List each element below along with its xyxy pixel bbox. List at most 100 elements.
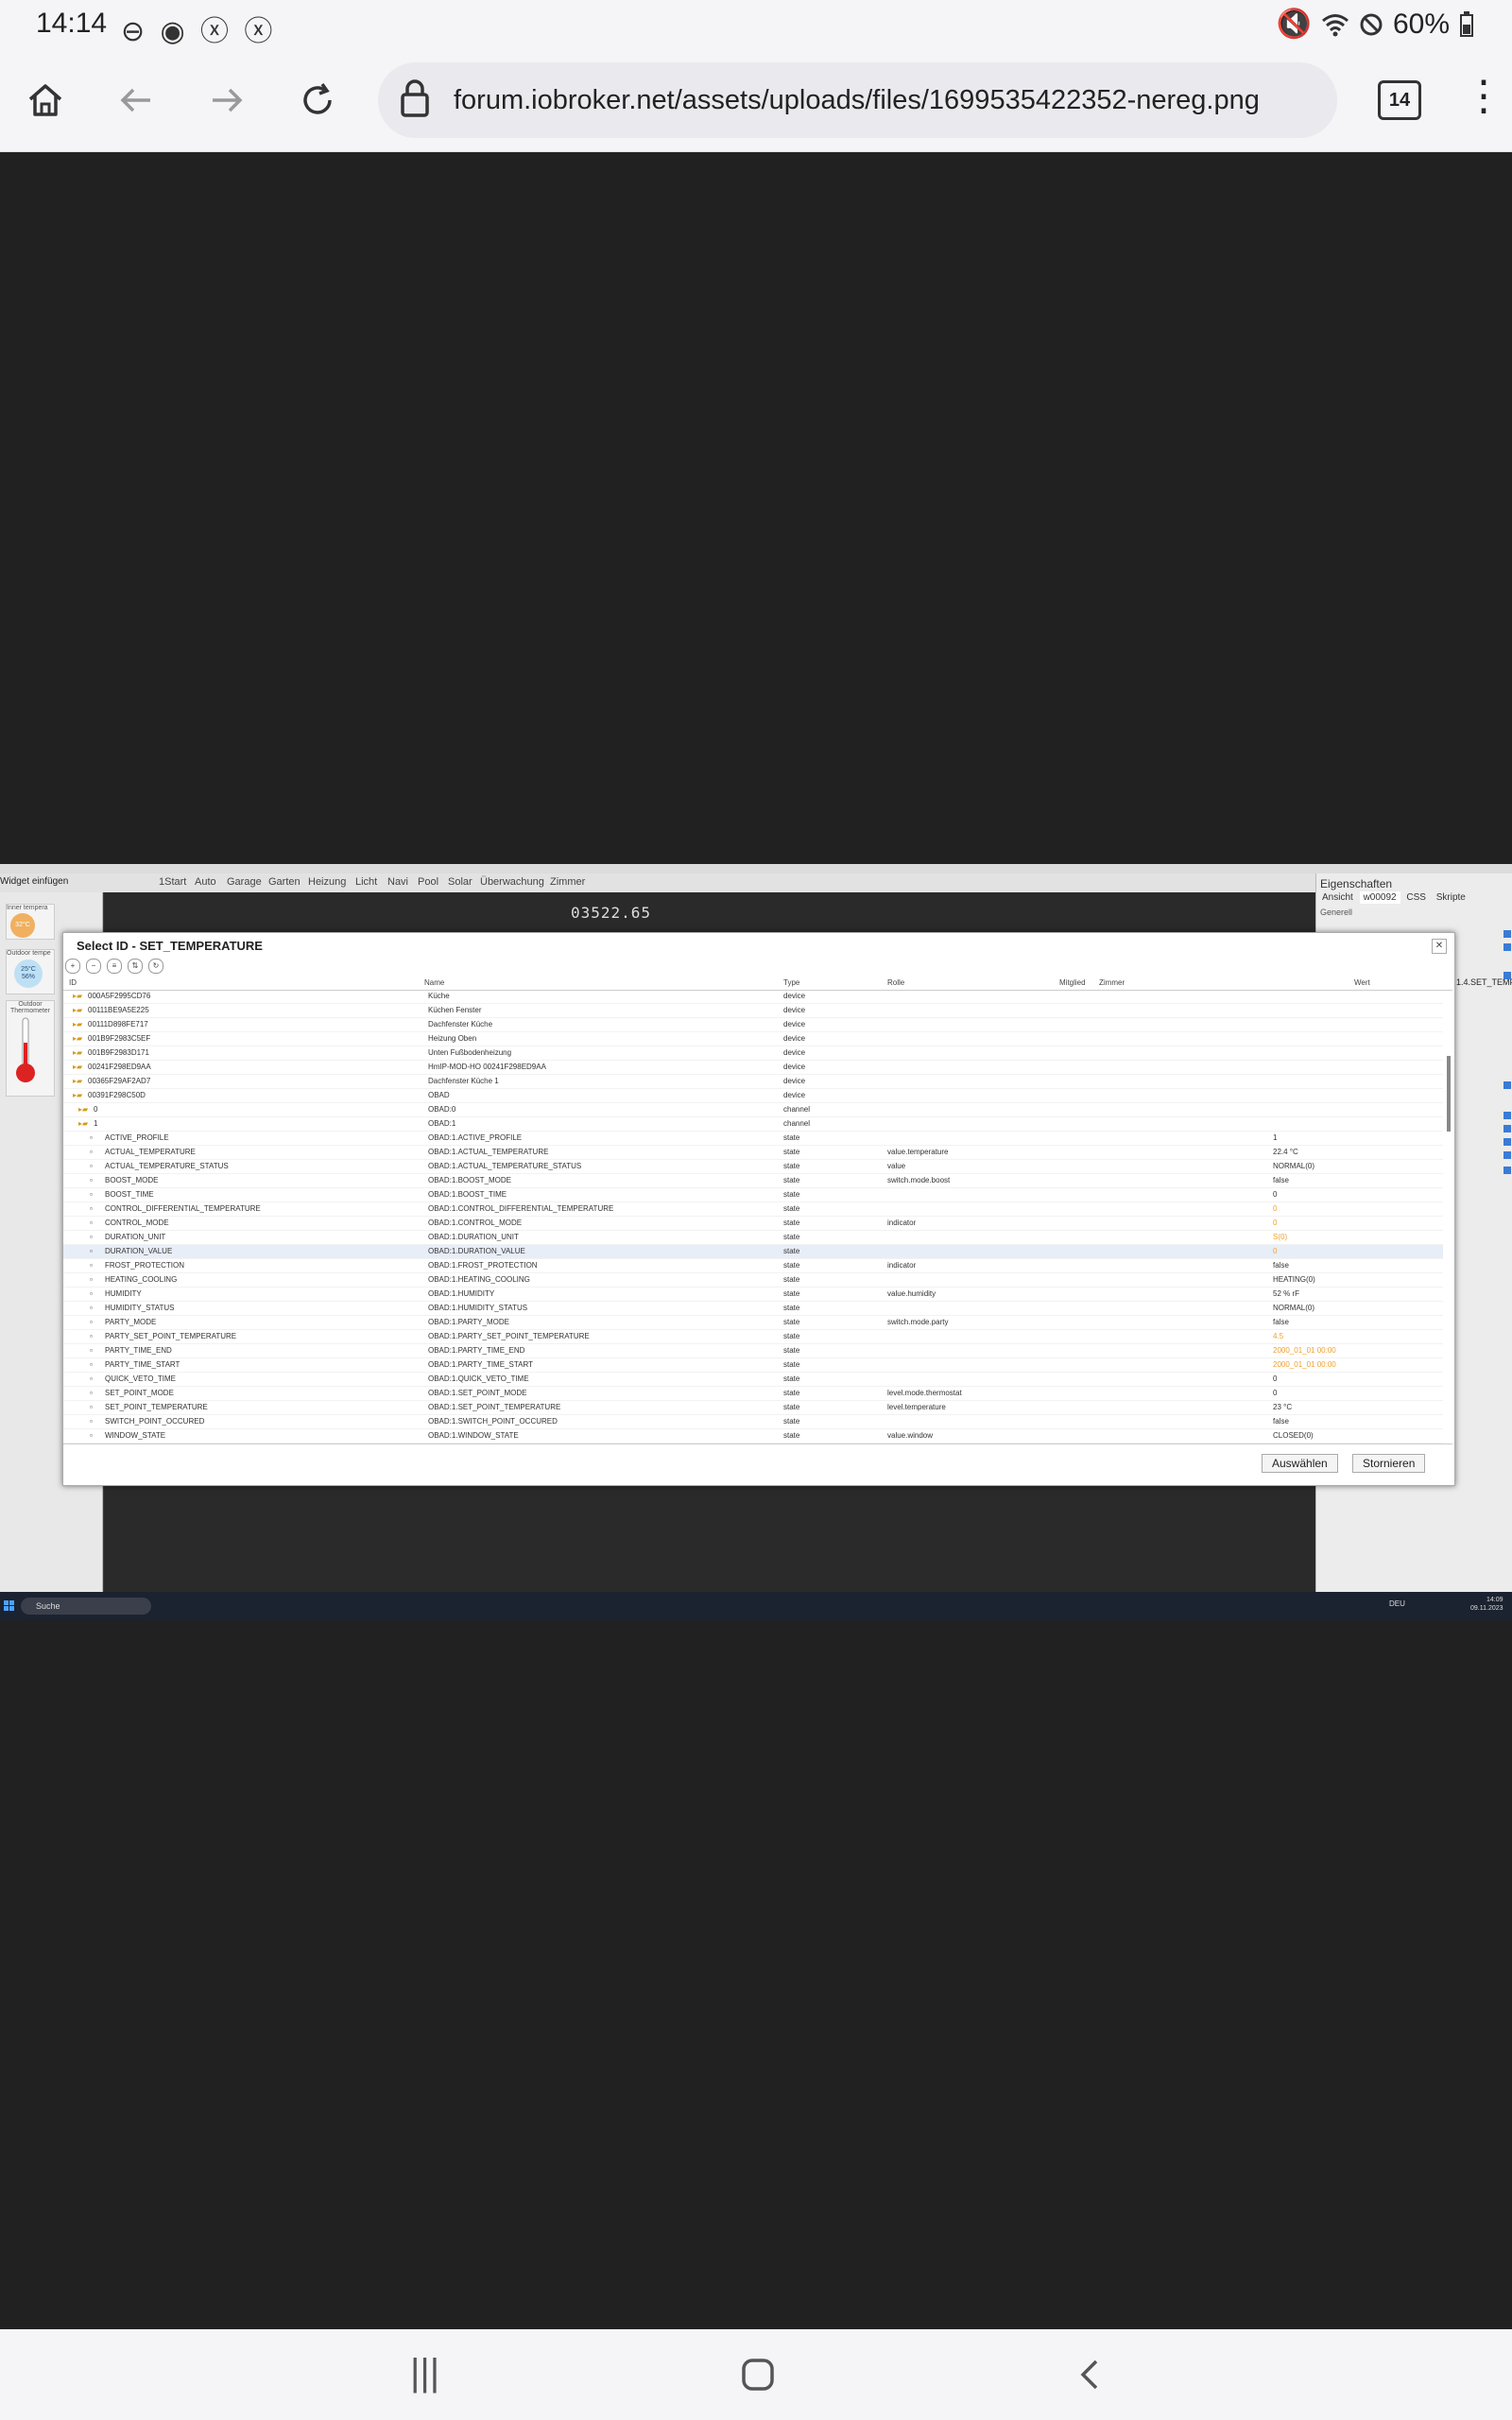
expand-all-icon[interactable]: + xyxy=(65,959,80,974)
table-row[interactable]: ▸▰ 00111D898FE717 Dachfenster Küche device xyxy=(63,1018,1443,1032)
table-row[interactable]: ▫ SET_POINT_TEMPERATURE OBAD:1.SET_POINT_T… xyxy=(63,1401,1443,1415)
tab-switcher-button[interactable]: 14 xyxy=(1378,80,1421,120)
table-row[interactable]: ▫ BOOST_TIME OBAD:1.BOOST_TIME state 0 xyxy=(63,1188,1443,1202)
home-nav-icon[interactable] xyxy=(741,2358,775,2392)
property-checkbox[interactable] xyxy=(1503,943,1511,951)
property-checkbox[interactable] xyxy=(1503,1138,1511,1146)
row-role: indicator xyxy=(887,1261,917,1270)
property-checkbox[interactable] xyxy=(1503,972,1511,979)
list-view-icon[interactable]: ≡ xyxy=(107,959,122,974)
table-row[interactable]: ▫ PARTY_MODE OBAD:1.PARTY_MODE state switch.… xyxy=(63,1316,1443,1330)
close-icon[interactable]: ✕ xyxy=(1432,939,1447,954)
refresh-icon[interactable]: ↻ xyxy=(148,959,163,974)
view-tab[interactable]: 1Start xyxy=(159,876,186,888)
table-row[interactable]: ▫ HUMIDITY OBAD:1.HUMIDITY state value.humid… xyxy=(63,1288,1443,1302)
folder-icon[interactable]: ▸▰ xyxy=(73,1077,82,1085)
back-icon[interactable] xyxy=(110,74,163,127)
select-button[interactable]: Auswählen xyxy=(1262,1454,1338,1473)
folder-icon[interactable]: ▸▰ xyxy=(73,1091,82,1099)
folder-icon[interactable]: ▸▰ xyxy=(78,1105,88,1114)
table-row[interactable]: ▸▰ 00241F298ED9AA HmIP-MOD-HO 00241F298ED9… xyxy=(63,1061,1443,1075)
home-icon[interactable] xyxy=(19,74,72,127)
state-icon: ▫ xyxy=(90,1204,93,1213)
folder-icon[interactable]: ▸▰ xyxy=(73,1034,82,1043)
forward-icon[interactable] xyxy=(200,74,253,127)
property-checkbox[interactable] xyxy=(1503,930,1511,938)
windows-start-icon[interactable] xyxy=(4,1600,15,1612)
folder-icon[interactable]: ▸▰ xyxy=(73,1006,82,1014)
back-nav-icon[interactable] xyxy=(1074,2358,1108,2392)
sort-icon[interactable]: ⇅ xyxy=(128,959,143,974)
table-row[interactable]: ▫ DURATION_VALUE OBAD:1.DURATION_VALUE stat… xyxy=(63,1245,1443,1259)
folder-icon[interactable]: ▸▰ xyxy=(78,1119,88,1128)
table-row[interactable]: ▸▰ 00365F29AF2AD7 Dachfenster Küche 1 devic… xyxy=(63,1075,1443,1089)
table-scrollbar[interactable] xyxy=(1447,1056,1451,1132)
reload-icon[interactable] xyxy=(291,74,344,127)
collapse-all-icon[interactable]: − xyxy=(86,959,101,974)
table-row[interactable]: ▫ BOOST_MODE OBAD:1.BOOST_MODE state switch.… xyxy=(63,1174,1443,1188)
folder-icon[interactable]: ▸▰ xyxy=(73,1020,82,1028)
table-row[interactable]: ▫ DURATION_UNIT OBAD:1.DURATION_UNIT state S… xyxy=(63,1231,1443,1245)
recents-icon[interactable]: ||| xyxy=(410,2352,439,2394)
column-header-type[interactable]: Type xyxy=(783,978,799,987)
cancel-button[interactable]: Stornieren xyxy=(1352,1454,1426,1473)
table-row[interactable]: ▫ HUMIDITY_STATUS OBAD:1.HUMIDITY_STATUS st… xyxy=(63,1302,1443,1316)
view-tab[interactable]: Auto xyxy=(195,876,216,888)
folder-icon[interactable]: ▸▰ xyxy=(73,992,82,1000)
table-row[interactable]: ▸▰ 000A5F2995CD76 Küche device xyxy=(63,990,1443,1004)
property-checkbox[interactable] xyxy=(1503,1112,1511,1119)
table-row[interactable]: ▸▰ 00391F298C50D OBAD device xyxy=(63,1089,1443,1103)
property-checkbox[interactable] xyxy=(1503,1081,1511,1089)
row-id: PARTY_SET_POINT_TEMPERATURE xyxy=(105,1332,237,1340)
row-name: OBAD:1.BOOST_MODE xyxy=(428,1176,512,1184)
table-row[interactable]: ▸▰ 001B9F2983C5EF Heizung Oben device xyxy=(63,1032,1443,1046)
table-row[interactable]: ▫ CONTROL_MODE OBAD:1.CONTROL_MODE state ind… xyxy=(63,1217,1443,1231)
column-header-member[interactable]: Mitglied xyxy=(1059,978,1086,987)
folder-icon[interactable]: ▸▰ xyxy=(73,1063,82,1071)
table-row[interactable]: ▫ ACTUAL_TEMPERATURE_STATUS OBAD:1.ACTUAL_… xyxy=(63,1160,1443,1174)
properties-tab[interactable]: CSS xyxy=(1402,891,1430,904)
column-header-name[interactable]: Name xyxy=(424,978,444,987)
table-row[interactable]: ▫ FROST_PROTECTION OBAD:1.FROST_PROTECTION… xyxy=(63,1259,1443,1273)
view-tab[interactable]: Zimmer xyxy=(550,876,585,888)
view-tab[interactable]: Heizung xyxy=(308,876,346,888)
column-header-value[interactable]: Wert xyxy=(1354,978,1370,987)
view-tab[interactable]: Navi xyxy=(387,876,408,888)
table-row[interactable]: ▫ CONTROL_DIFFERENTIAL_TEMPERATURE OBAD:1.… xyxy=(63,1202,1443,1217)
url-field[interactable]: forum.iobroker.net/assets/uploads/files/… xyxy=(378,62,1337,138)
properties-tab[interactable]: Ansicht xyxy=(1318,891,1357,904)
table-row[interactable]: ▫ HEATING_COOLING OBAD:1.HEATING_COOLING st… xyxy=(63,1273,1443,1288)
overflow-menu-icon[interactable]: ⋮ xyxy=(1463,76,1504,117)
view-tab[interactable]: Licht xyxy=(355,876,377,888)
table-row[interactable]: ▫ SET_POINT_MODE OBAD:1.SET_POINT_MODE stat… xyxy=(63,1387,1443,1401)
view-tab[interactable]: Garage xyxy=(227,876,262,888)
table-row[interactable]: ▫ SWITCH_POINT_OCCURED OBAD:1.SWITCH_POINT… xyxy=(63,1415,1443,1429)
table-row[interactable]: ▸▰ 0 OBAD:0 channel xyxy=(63,1103,1443,1117)
table-row[interactable]: ▸▰ 1 OBAD:1 channel xyxy=(63,1117,1443,1132)
table-row[interactable]: ▫ PARTY_TIME_START OBAD:1.PARTY_TIME_START… xyxy=(63,1358,1443,1373)
taskbar-search[interactable]: Suche xyxy=(21,1598,151,1615)
column-header-id[interactable]: ID xyxy=(69,978,77,987)
table-row[interactable]: ▫ ACTUAL_TEMPERATURE OBAD:1.ACTUAL_TEMPERA… xyxy=(63,1146,1443,1160)
table-row[interactable]: ▸▰ 00111BE9A5E225 Küchen Fenster device xyxy=(63,1004,1443,1018)
row-id: 00365F29AF2AD7 xyxy=(88,1077,151,1085)
column-header-room[interactable]: Zimmer xyxy=(1099,978,1125,987)
property-checkbox[interactable] xyxy=(1503,1151,1511,1159)
view-tab[interactable]: Pool xyxy=(418,876,438,888)
row-type: state xyxy=(783,1318,800,1326)
properties-tab[interactable]: Skripte xyxy=(1433,891,1469,904)
table-row[interactable]: ▫ PARTY_TIME_END OBAD:1.PARTY_TIME_END stat… xyxy=(63,1344,1443,1358)
folder-icon[interactable]: ▸▰ xyxy=(73,1048,82,1057)
table-row[interactable]: ▫ PARTY_SET_POINT_TEMPERATURE OBAD:1.PARTY… xyxy=(63,1330,1443,1344)
property-checkbox[interactable] xyxy=(1503,1167,1511,1174)
view-tab[interactable]: Garten xyxy=(268,876,301,888)
property-checkbox[interactable] xyxy=(1503,1125,1511,1132)
table-row[interactable]: ▫ QUICK_VETO_TIME OBAD:1.QUICK_VETO_TIME st… xyxy=(63,1373,1443,1387)
view-tab[interactable]: Solar xyxy=(448,876,472,888)
view-tab[interactable]: Überwachung xyxy=(480,876,544,888)
properties-tab[interactable]: w00092 xyxy=(1359,891,1400,904)
table-row[interactable]: ▫ WINDOW_STATE OBAD:1.WINDOW_STATE state val… xyxy=(63,1429,1443,1443)
table-row[interactable]: ▸▰ 001B9F2983D171 Unten Fußbodenheizung dev… xyxy=(63,1046,1443,1061)
table-row[interactable]: ▫ ACTIVE_PROFILE OBAD:1.ACTIVE_PROFILE stat… xyxy=(63,1132,1443,1146)
column-header-role[interactable]: Rolle xyxy=(887,978,904,987)
